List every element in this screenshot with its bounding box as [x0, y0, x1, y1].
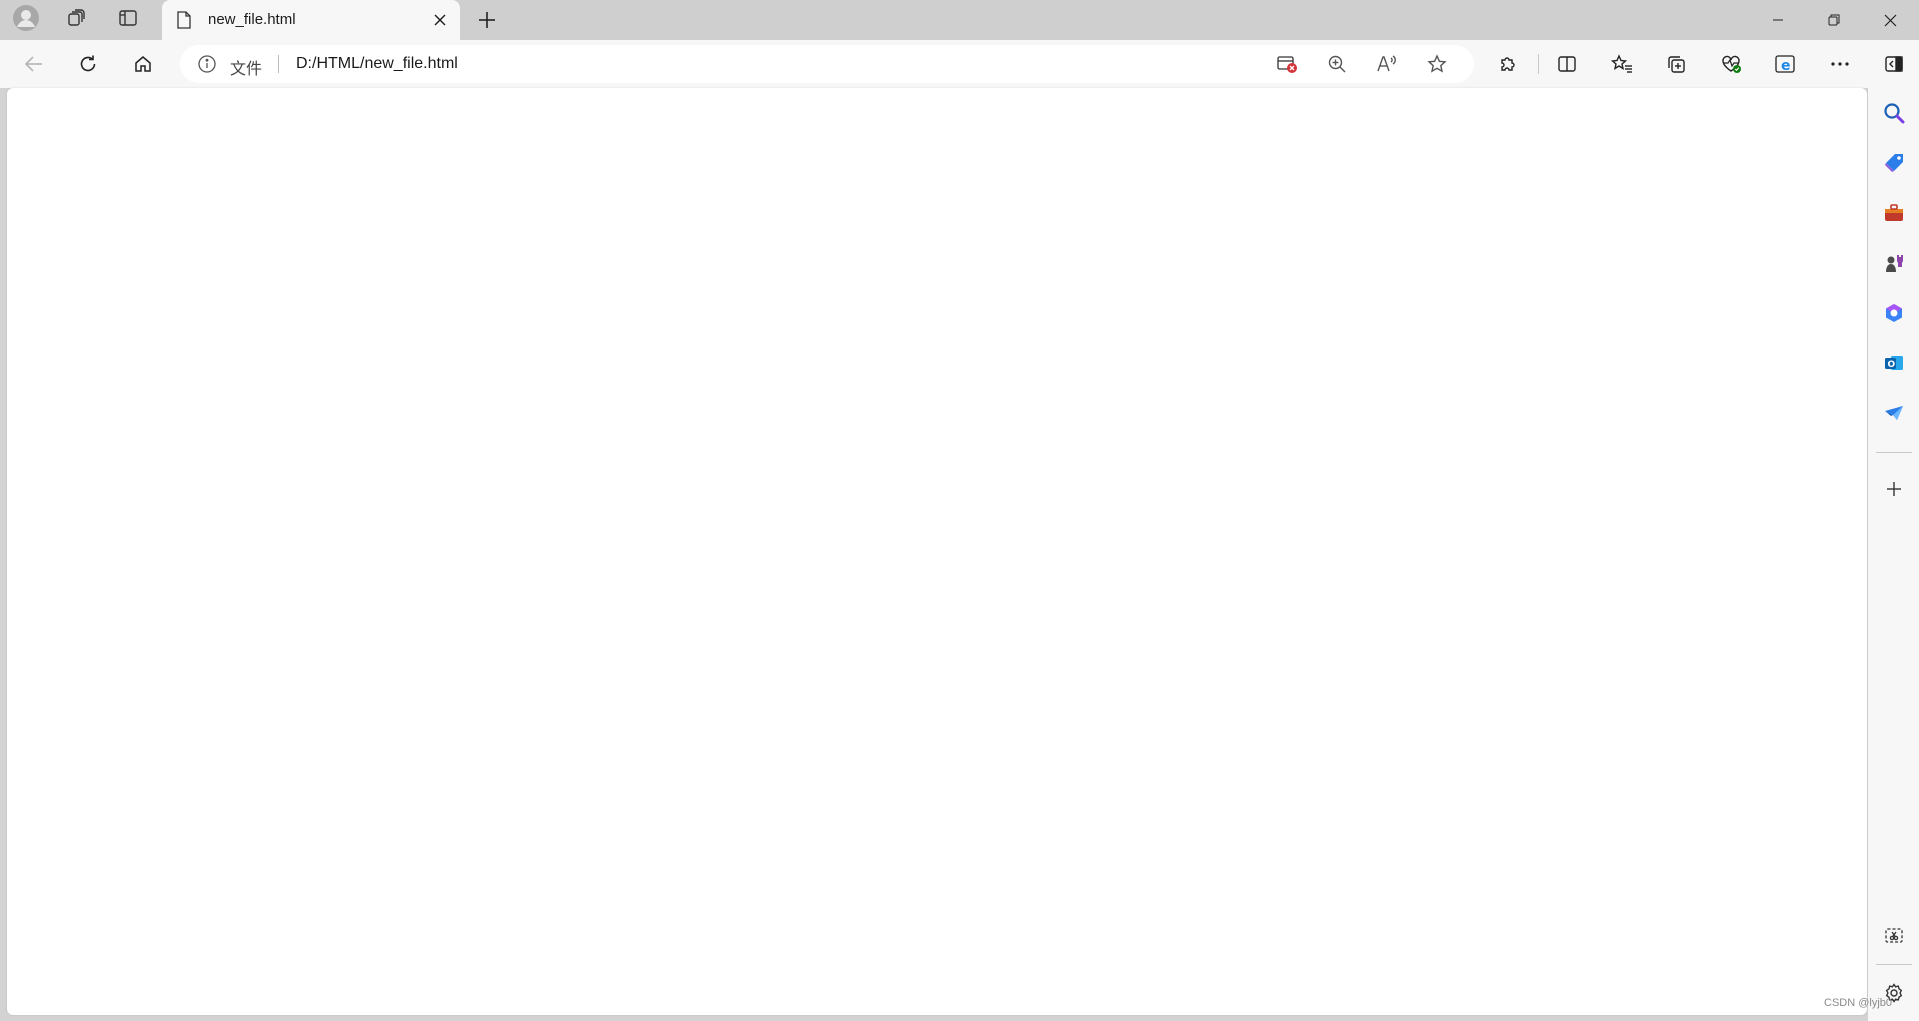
ie-mode-icon: e	[1775, 55, 1795, 74]
favorites-icon	[1611, 54, 1632, 73]
sidebar-add-button[interactable]	[1877, 472, 1911, 506]
sidebar-screenshot-button[interactable]	[1877, 919, 1911, 953]
tab-strip: new_file.html	[0, 0, 1919, 40]
games-icon	[1886, 255, 1903, 272]
page-content[interactable]	[7, 88, 1867, 1015]
address-bar[interactable]: 文件 D:/HTML/new_file.html	[180, 45, 1474, 83]
vertical-tabs-button[interactable]	[110, 5, 146, 35]
extensions-icon	[1501, 57, 1515, 71]
svg-text:O: O	[1888, 360, 1896, 370]
refresh-icon	[80, 55, 96, 72]
popup-blocked-button[interactable]	[1271, 49, 1303, 79]
new-tab-button[interactable]	[470, 5, 504, 35]
read-aloud-icon	[1377, 55, 1396, 72]
split-screen-icon	[1558, 56, 1576, 72]
address-divider	[278, 55, 279, 73]
read-aloud-button[interactable]	[1371, 49, 1403, 79]
sidebar-toggle-button[interactable]	[1876, 47, 1912, 81]
drop-icon	[1885, 406, 1903, 420]
toolbar-divider	[1538, 54, 1539, 74]
close-window-button[interactable]	[1862, 0, 1918, 40]
sidebar-divider	[1876, 452, 1912, 453]
restore-button[interactable]	[1806, 0, 1862, 40]
scheme-label: 文件	[230, 61, 263, 78]
more-button[interactable]	[1822, 47, 1858, 81]
vertical-tabs-icon	[118, 8, 138, 33]
profile-avatar-icon	[13, 4, 39, 36]
favorites-button[interactable]	[1604, 47, 1640, 81]
zoom-in-icon	[1328, 55, 1346, 73]
restore-icon	[1828, 14, 1840, 26]
tab-active[interactable]: new_file.html	[162, 0, 460, 40]
sidebar-drop-button[interactable]	[1877, 396, 1911, 430]
close-icon	[1884, 14, 1896, 26]
back-arrow-icon	[24, 56, 42, 72]
svg-text:e: e	[1781, 58, 1791, 74]
watermark: CSDN @lyjb0	[1824, 997, 1893, 1009]
star-icon	[1427, 54, 1447, 73]
url-text[interactable]: D:/HTML/new_file.html	[296, 55, 458, 73]
minimize-icon	[1773, 19, 1783, 21]
page-icon	[176, 11, 192, 34]
performance-icon	[1722, 55, 1741, 73]
sidebar-divider-bottom	[1876, 964, 1912, 965]
workspaces-icon	[66, 8, 86, 33]
close-icon	[434, 14, 446, 26]
office-icon	[1886, 304, 1902, 322]
ie-mode-button[interactable]: e	[1767, 47, 1803, 81]
zoom-button[interactable]	[1321, 49, 1353, 79]
sidebar-office-button[interactable]	[1877, 296, 1911, 330]
sidebar-shopping-button[interactable]	[1877, 146, 1911, 180]
sidebar-search-button[interactable]	[1877, 96, 1911, 130]
split-screen-button[interactable]	[1549, 47, 1585, 81]
refresh-button[interactable]	[70, 47, 106, 81]
extensions-button[interactable]	[1490, 47, 1526, 81]
close-tab-button[interactable]	[430, 10, 450, 30]
tab-title: new_file.html	[208, 11, 296, 28]
tools-icon	[1885, 204, 1903, 221]
sidebar-toggle-icon	[1885, 56, 1903, 72]
home-button[interactable]	[125, 47, 161, 81]
back-button[interactable]	[16, 47, 52, 81]
sidebar-tools-button[interactable]	[1877, 196, 1911, 230]
collections-button[interactable]	[1658, 47, 1694, 81]
search-icon	[1884, 103, 1905, 124]
screenshot-icon	[1885, 928, 1903, 943]
more-icon	[1831, 62, 1849, 66]
performance-button[interactable]	[1713, 47, 1749, 81]
favorite-button[interactable]	[1421, 49, 1453, 79]
sidebar-games-button[interactable]	[1877, 246, 1911, 280]
plus-icon	[479, 12, 495, 28]
collections-icon	[1668, 56, 1685, 73]
popup-blocked-icon	[1277, 56, 1297, 73]
minimize-button[interactable]	[1750, 0, 1806, 40]
profile-button[interactable]	[8, 4, 44, 36]
add-icon	[1887, 482, 1901, 496]
info-icon[interactable]	[198, 55, 216, 78]
shopping-icon	[1885, 154, 1903, 172]
outlook-icon: O	[1885, 356, 1903, 370]
home-icon	[135, 56, 151, 72]
workspaces-button[interactable]	[58, 5, 94, 35]
edge-sidebar: O	[1868, 88, 1919, 1021]
navigation-toolbar: 文件 D:/HTML/new_file.html e	[0, 40, 1919, 88]
sidebar-outlook-button[interactable]: O	[1877, 346, 1911, 380]
